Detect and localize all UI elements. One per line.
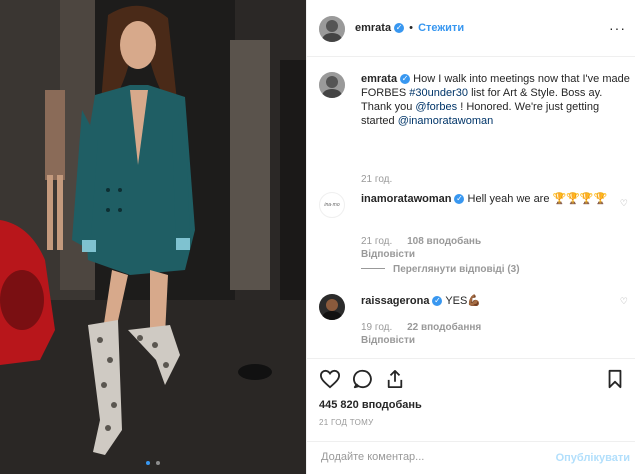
comment-composer: Опублікувати bbox=[307, 441, 635, 476]
comment-text: inamoratawoman ✓ Hell yeah we are 🏆🏆🏆🏆 bbox=[361, 192, 614, 206]
author-username[interactable]: emrata bbox=[355, 22, 391, 34]
comment-time[interactable]: 19 год. bbox=[361, 322, 392, 333]
follow-button[interactable]: Стежити bbox=[418, 22, 464, 34]
like-comment-icon[interactable]: ♡ bbox=[620, 296, 628, 307]
reply-button[interactable]: Відповісти bbox=[361, 249, 481, 260]
caption-avatar[interactable] bbox=[319, 72, 345, 98]
share-icon[interactable] bbox=[386, 369, 404, 389]
brand-logo: ina·mo bbox=[324, 202, 340, 208]
photo-illustration bbox=[0, 0, 306, 474]
replies-divider bbox=[361, 268, 385, 269]
post-header: emrata ✓ • Стежити ··· bbox=[307, 0, 635, 57]
carousel-indicator bbox=[0, 456, 306, 468]
likes-count[interactable]: 445 820 вподобань bbox=[319, 399, 422, 411]
heart-icon[interactable] bbox=[319, 369, 341, 389]
separator-bullet: • bbox=[409, 22, 413, 34]
caption-text: emrata ✓ How I walk into meetings now tha… bbox=[361, 72, 634, 128]
comment-body: Hell yeah we are 🏆🏆🏆🏆 bbox=[467, 193, 608, 205]
comment-input[interactable] bbox=[319, 450, 553, 464]
commenter-username[interactable]: inamoratawoman bbox=[361, 193, 451, 205]
mention-link-inamoratawoman[interactable]: @inamoratawoman bbox=[398, 115, 494, 127]
like-comment-icon[interactable]: ♡ bbox=[620, 198, 628, 209]
caption: emrata ✓ How I walk into meetings now tha… bbox=[319, 72, 634, 185]
author-avatar[interactable] bbox=[319, 16, 345, 42]
carousel-dot-active bbox=[146, 461, 151, 465]
commenter-avatar[interactable]: ina·mo bbox=[319, 192, 345, 218]
verified-icon: ✓ bbox=[400, 74, 411, 84]
avatar-image bbox=[319, 294, 345, 320]
avatar-image bbox=[319, 16, 345, 42]
view-replies[interactable]: Переглянути відповіді (3) bbox=[361, 264, 520, 275]
comment-likes[interactable]: 108 вподобань bbox=[407, 236, 481, 247]
comment-item: raissagerona ✓ YES💪🏾 ♡ 19 год. 22 вподоба… bbox=[319, 294, 634, 354]
caption-author[interactable]: emrata bbox=[361, 73, 397, 85]
more-options-icon[interactable]: ··· bbox=[609, 20, 626, 36]
bookmark-icon[interactable] bbox=[607, 369, 623, 389]
comment-body: YES💪🏾 bbox=[445, 295, 482, 307]
reply-button[interactable]: Відповісти bbox=[361, 335, 481, 346]
post-actions: 445 820 вподобань 21 ГОД ТОМУ Опублікува… bbox=[307, 358, 635, 475]
post-comment-button[interactable]: Опублікувати bbox=[556, 452, 630, 464]
comment-item: ina·mo inamoratawoman ✓ Hell yeah we are … bbox=[319, 192, 634, 282]
carousel-dot bbox=[155, 461, 160, 465]
mention-link-forbes[interactable]: @forbes bbox=[415, 101, 457, 113]
caption-time[interactable]: 21 год. bbox=[361, 174, 392, 185]
comment-meta: 19 год. 22 вподобання Відповісти bbox=[361, 322, 481, 346]
post-photo[interactable] bbox=[0, 0, 306, 474]
comment-icon[interactable] bbox=[353, 369, 373, 389]
hashtag-link[interactable]: #30under30 bbox=[409, 87, 468, 99]
post-timestamp[interactable]: 21 ГОД ТОМУ bbox=[319, 418, 374, 427]
instagram-post-modal: emrata ✓ • Стежити ··· emrata ✓ How I walk… bbox=[0, 0, 635, 474]
avatar-image bbox=[319, 72, 345, 98]
verified-icon: ✓ bbox=[394, 23, 405, 33]
post-sidebar: emrata ✓ • Стежити ··· emrata ✓ How I walk… bbox=[306, 0, 635, 474]
comment-text: raissagerona ✓ YES💪🏾 bbox=[361, 294, 614, 308]
commenter-username[interactable]: raissagerona bbox=[361, 295, 429, 307]
commenter-avatar[interactable] bbox=[319, 294, 345, 320]
verified-icon: ✓ bbox=[454, 194, 465, 204]
comment-time[interactable]: 21 год. bbox=[361, 236, 392, 247]
verified-icon: ✓ bbox=[432, 296, 443, 306]
comment-meta: 21 год. 108 вподобань Відповісти bbox=[361, 236, 481, 260]
view-replies-label[interactable]: Переглянути відповіді (3) bbox=[393, 264, 520, 275]
comment-likes[interactable]: 22 вподобання bbox=[407, 322, 481, 333]
